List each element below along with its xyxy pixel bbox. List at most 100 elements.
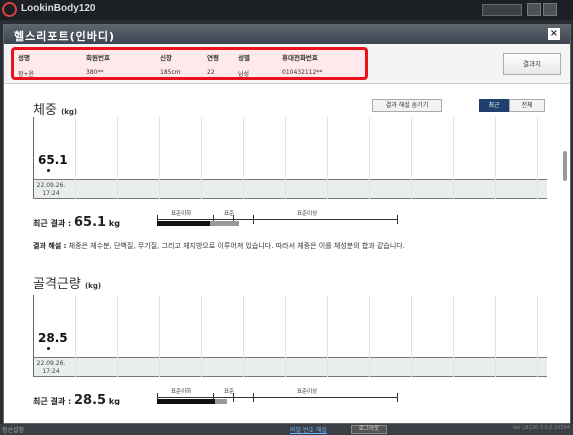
scale-label-above: 표준이상 — [297, 389, 318, 395]
graph-grid-line — [75, 117, 76, 199]
graph-grid-line — [117, 117, 118, 199]
weight-recent-result: 최근 결과 : 65.1 kg — [33, 215, 120, 230]
version-text: Ver LB120 3.0.0.10504 — [512, 425, 570, 431]
graph-date-band: 22.09.26. 17:24 — [33, 179, 547, 199]
graph-date-time: 17:24 — [42, 190, 60, 197]
graph-grid-line — [537, 295, 538, 377]
graph-grid-line — [117, 295, 118, 377]
minimize-button[interactable] — [527, 3, 541, 16]
section-title-weight: 체중 (kg) — [33, 99, 77, 118]
result-sheet-button[interactable]: 결과지 — [503, 53, 561, 75]
section-unit: (kg) — [61, 108, 78, 116]
graph-plot-area — [33, 117, 547, 179]
member-info-bar: 성명 장+윤 회원번호 380** 신장 185cm 연령 22 성별 남성 휴… — [4, 44, 570, 84]
graph-grid-line — [75, 295, 76, 377]
graph-grid-line — [327, 117, 328, 199]
logout-button[interactable]: 로그아웃 — [351, 425, 387, 434]
info-value: 남성 — [238, 71, 250, 78]
maximize-button[interactable] — [543, 3, 557, 16]
result-label: 최근 결과 : — [33, 397, 72, 405]
result-label: 최근 결과 : — [33, 219, 72, 228]
scale-bar-range — [214, 399, 227, 404]
graph-grid-line — [537, 117, 538, 199]
dialog-titlebar: 헬스리포트(인바디) × — [4, 25, 570, 44]
graph-grid-line — [369, 295, 370, 377]
info-value: 22 — [207, 69, 215, 76]
graph-grid-line — [243, 295, 244, 377]
scale-tick — [253, 215, 254, 224]
graph-grid-line — [201, 295, 202, 377]
info-value: 185cm — [160, 69, 181, 76]
graph-grid-line — [453, 117, 454, 199]
all-toggle[interactable]: 전체 — [509, 99, 545, 112]
close-icon[interactable]: × — [548, 28, 560, 40]
graph-value: 65.1 — [38, 153, 68, 167]
topbar-tab[interactable] — [482, 4, 522, 16]
scale-tick — [397, 215, 398, 224]
weight-interpretation: 결과 해설 : 체중은 체수분, 단백질, 무기질, 그리고 체지방으로 이루어… — [33, 241, 405, 251]
app-logo-icon — [2, 2, 17, 17]
skeletal-muscle-recent-result: 최근 결과 : 28.5 kg — [33, 393, 120, 405]
info-label: 휴대전화번호 — [282, 54, 318, 62]
graph-grid-line — [159, 295, 160, 377]
graph-data-point — [47, 169, 50, 172]
status-bar: 정산설정 비밀 번호 해설 로그아웃 Ver LB120 3.0.0.10504 — [0, 424, 573, 435]
graph-date: 22.09.26. 17:24 — [36, 360, 66, 376]
scale-axis — [157, 397, 397, 398]
result-unit: kg — [108, 219, 120, 228]
graph-grid-line — [243, 117, 244, 199]
member-info-highlight: 성명 장+윤 회원번호 380** 신장 185cm 연령 22 성별 남성 휴… — [11, 47, 368, 80]
graph-grid-line — [411, 295, 412, 377]
info-label: 회원번호 — [86, 54, 110, 62]
graph-grid-line — [495, 117, 496, 199]
info-value: 장+윤 — [18, 71, 35, 78]
graph-grid-line — [285, 117, 286, 199]
info-gender: 성별 남성 — [238, 52, 250, 78]
info-name: 성명 장+윤 — [18, 52, 34, 78]
recent-toggle[interactable]: 최근 — [479, 99, 509, 112]
info-age: 연령 22 — [207, 52, 219, 76]
weight-scale: 표준이하 표준 표준이상 — [157, 209, 407, 231]
scrollbar-thumb[interactable] — [563, 151, 567, 181]
graph-date-day: 22.09.26. — [36, 182, 66, 189]
app-topbar: LookinBody120 — [0, 0, 573, 20]
graph-data-point — [47, 347, 50, 350]
info-value: 380** — [86, 69, 104, 76]
scale-label-below: 표준이하 — [171, 211, 192, 217]
info-value: 010432112** — [282, 69, 323, 76]
scale-label-above: 표준이상 — [297, 211, 318, 217]
graph-grid-line — [495, 295, 496, 377]
scale-bar-value — [157, 399, 215, 404]
app-title: LookinBody120 — [21, 3, 96, 14]
scale-label-below: 표준이하 — [171, 389, 192, 395]
hide-explanation-button[interactable]: 결과 해설 숨기기 — [372, 99, 442, 112]
info-label: 신장 — [160, 54, 172, 62]
info-label: 성명 — [18, 54, 30, 62]
graph-value: 28.5 — [38, 331, 68, 345]
graph-date-time: 17:24 — [42, 368, 60, 375]
health-report-dialog: 헬스리포트(인바디) × 성명 장+윤 회원번호 380** 신장 185cm … — [3, 24, 571, 424]
scale-axis — [157, 219, 397, 220]
section-title-text: 골격근량 — [33, 277, 81, 292]
info-label: 성별 — [238, 54, 250, 62]
status-settings[interactable]: 정산설정 — [2, 425, 24, 434]
graph-date: 22.09.26. 17:24 — [36, 182, 66, 198]
graph-grid-line — [411, 117, 412, 199]
graph-grid-line — [453, 295, 454, 377]
info-label: 연령 — [207, 54, 219, 62]
info-phone: 휴대전화번호 010432112** — [282, 52, 322, 76]
section-title-skeletal-muscle: 골격근량 (kg) — [33, 273, 101, 292]
graph-grid-line — [369, 117, 370, 199]
result-value: 65.1 — [74, 215, 107, 230]
graph-date-band: 22.09.26. 17:24 — [33, 357, 547, 377]
status-link[interactable]: 비밀 번호 해설 — [290, 425, 327, 434]
scale-bar-value — [157, 221, 210, 226]
scale-tick — [233, 393, 234, 402]
result-value: 28.5 — [74, 393, 107, 405]
graph-plot-area — [33, 295, 547, 357]
interp-text: 체중은 체수분, 단백질, 무기질, 그리고 체지방으로 이루어져 있습니다. … — [68, 242, 405, 250]
info-member-id: 회원번호 380** — [86, 52, 110, 76]
report-content[interactable]: 체중 (kg) 결과 해설 숨기기 최근 전체 65.1 22.09.26. 1… — [4, 85, 570, 405]
info-height: 신장 185cm — [160, 52, 181, 76]
interp-label: 결과 해설 : — [33, 242, 67, 250]
